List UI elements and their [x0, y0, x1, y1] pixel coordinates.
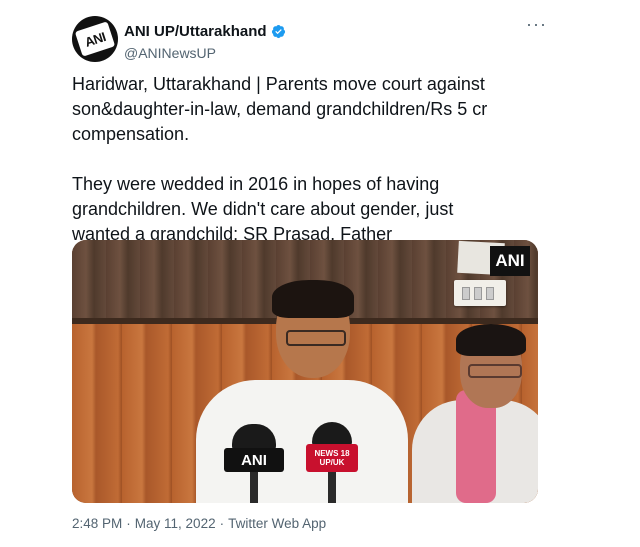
- author-name-row[interactable]: ANI UP/Uttarakhand: [124, 23, 286, 40]
- avatar-logo: ANI: [74, 21, 116, 57]
- tweet-text: Haridwar, Uttarakhand | Parents move cou…: [72, 74, 488, 244]
- mic-handle: [250, 472, 258, 503]
- meta-separator: ·: [126, 516, 131, 531]
- switch: [462, 287, 470, 300]
- author-display-name[interactable]: ANI UP/Uttarakhand: [124, 23, 267, 40]
- mic-flag-ani: ANI: [224, 448, 284, 472]
- author-handle[interactable]: @ANINewsUP: [124, 45, 216, 61]
- verified-badge-icon: [271, 24, 285, 39]
- mic-handle: [328, 472, 336, 503]
- switch: [474, 287, 482, 300]
- avatar[interactable]: ANI: [72, 16, 118, 62]
- woman-hair: [456, 324, 526, 356]
- mic-flag-news18: NEWS 18 UP/UK: [306, 444, 358, 472]
- tweet-metadata: 2:48 PM · May 11, 2022 · Twitter Web App: [72, 516, 326, 531]
- news18-microphone: NEWS 18 UP/UK: [306, 422, 358, 503]
- tweet-media-image[interactable]: ANI ANI NEWS 18 UP/UK: [72, 240, 538, 503]
- ani-watermark: ANI: [490, 246, 530, 276]
- woman-glasses: [468, 364, 522, 378]
- ani-microphone: ANI: [224, 424, 284, 503]
- tweet-date[interactable]: May 11, 2022: [135, 516, 216, 531]
- tweet-header: ANI ANI UP/Uttarakhand @ANINewsUP: [72, 16, 552, 64]
- switchboard: [454, 280, 506, 306]
- man-glasses: [286, 330, 346, 346]
- meta-separator: ·: [219, 516, 225, 531]
- man-hair: [272, 280, 354, 318]
- tweet-time[interactable]: 2:48 PM: [72, 516, 122, 531]
- more-options-icon[interactable]: ···: [526, 14, 547, 35]
- switch: [486, 287, 494, 300]
- tweet-source[interactable]: Twitter Web App: [228, 516, 326, 531]
